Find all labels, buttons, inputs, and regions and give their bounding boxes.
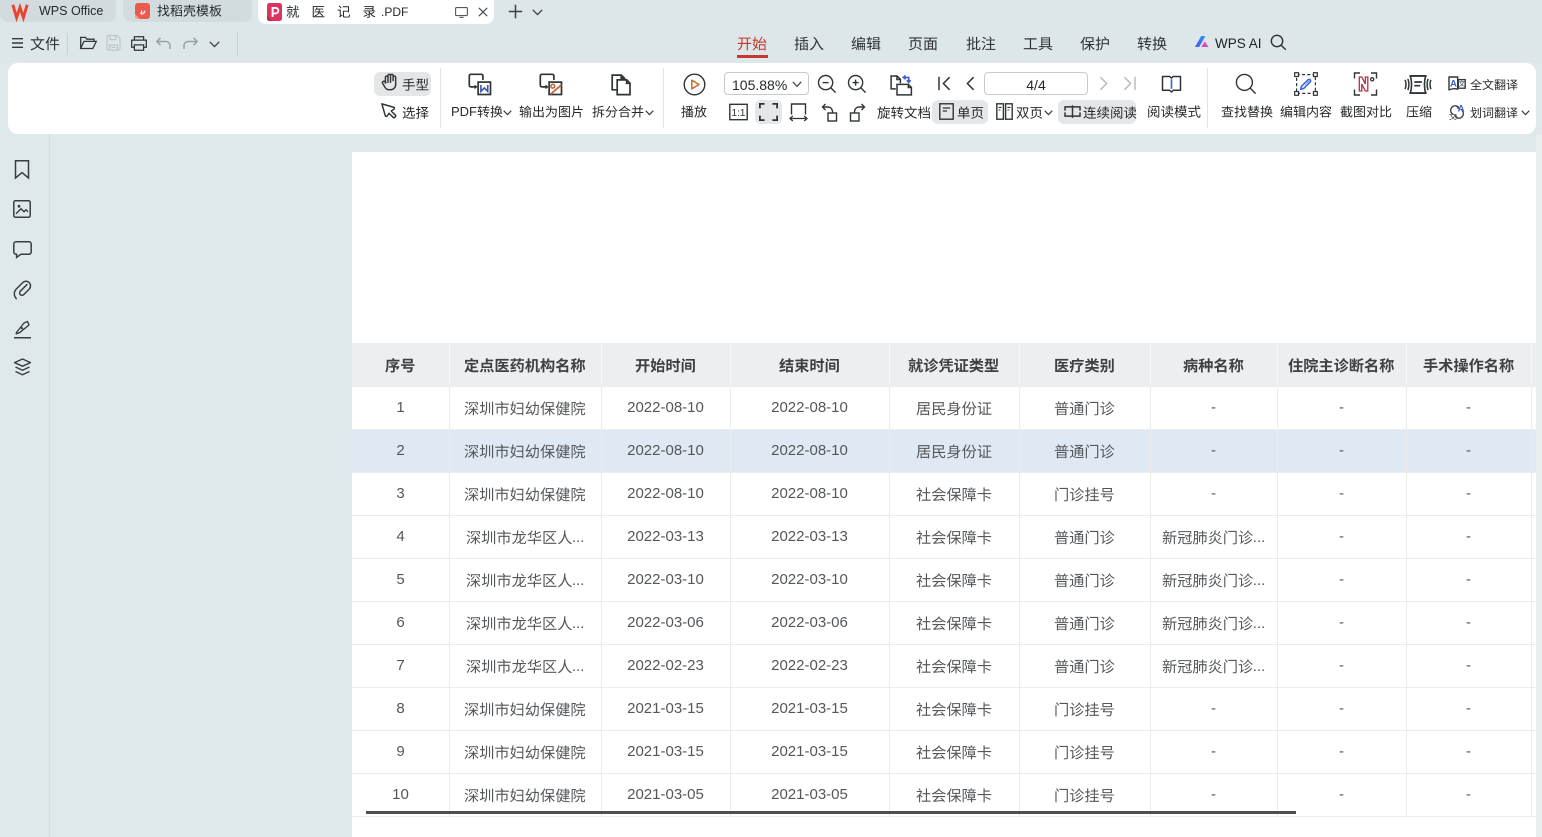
- svg-text:A: A: [1450, 78, 1457, 89]
- svg-text:1:1: 1:1: [732, 108, 746, 119]
- svg-text:A: A: [1458, 103, 1465, 114]
